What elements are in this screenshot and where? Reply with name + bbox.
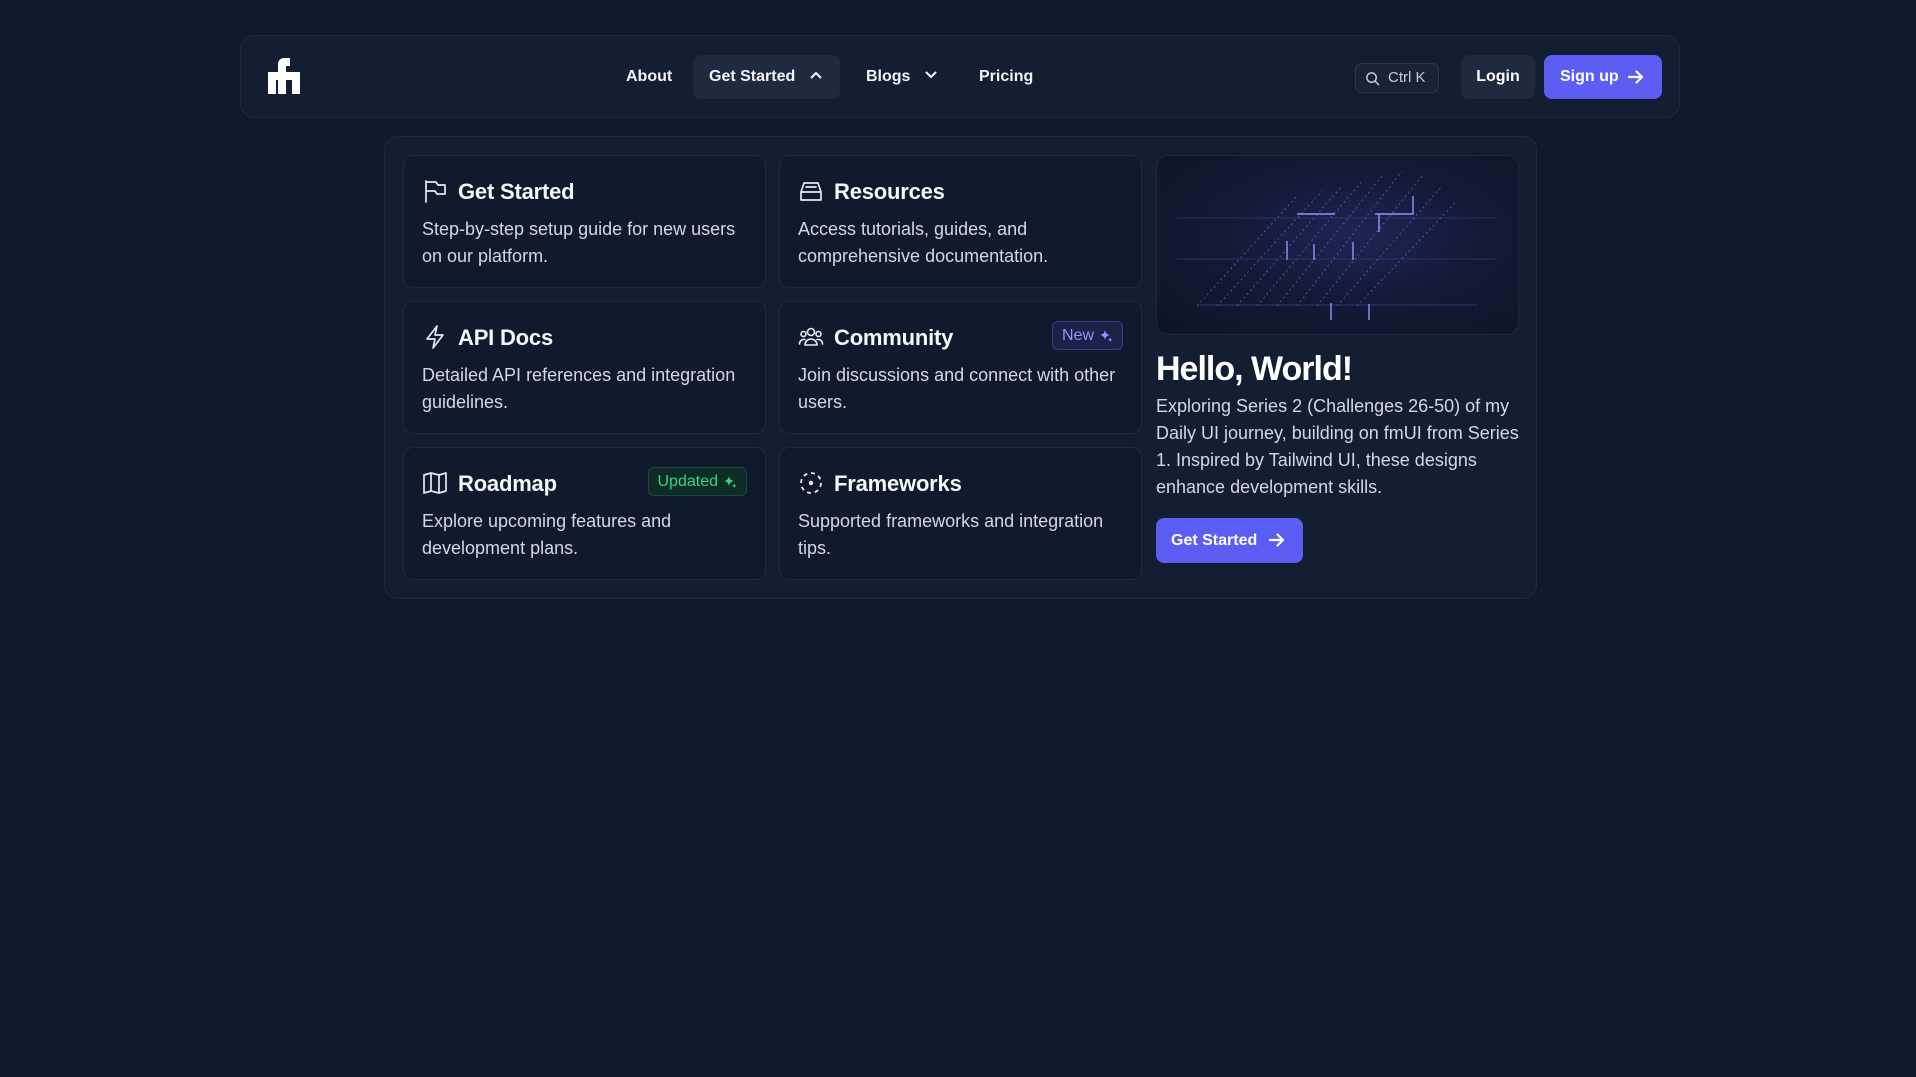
card-title: Community bbox=[834, 325, 954, 350]
users-icon bbox=[798, 327, 824, 346]
login-button[interactable]: Login bbox=[1461, 55, 1535, 99]
menu-card-resources[interactable]: Resources Access tutorials, guides, and … bbox=[779, 155, 1142, 288]
search-icon bbox=[1366, 72, 1380, 86]
lightning-icon bbox=[426, 325, 444, 349]
hero-text: Exploring Series 2 (Challenges 26-50) of… bbox=[1156, 396, 1519, 497]
nav-blogs[interactable]: Blogs bbox=[862, 55, 941, 99]
menu-card-frameworks[interactable]: Frameworks Supported frameworks and inte… bbox=[779, 447, 1142, 580]
nav-get-started-label: Get Started bbox=[709, 68, 796, 85]
card-description: Step-by-step setup guide for new users o… bbox=[422, 219, 736, 266]
search-shortcut-button[interactable]: Ctrl K bbox=[1355, 63, 1439, 93]
search-shortcut-label: Ctrl K bbox=[1388, 69, 1426, 86]
hero-illustration bbox=[1156, 155, 1519, 335]
menu-card-api-docs[interactable]: API Docs Detailed API references and int… bbox=[403, 301, 766, 434]
card-title: Get Started bbox=[458, 179, 575, 204]
badge-label: Updated bbox=[657, 473, 719, 490]
nav-blogs-label: Blogs bbox=[866, 68, 911, 85]
inbox-icon bbox=[800, 182, 822, 201]
card-description: Detailed API references and integration … bbox=[422, 365, 736, 412]
card-title: Frameworks bbox=[834, 471, 962, 496]
card-description: Access tutorials, guides, and comprehens… bbox=[798, 219, 1049, 266]
map-icon bbox=[423, 472, 447, 494]
flag-icon bbox=[425, 180, 446, 203]
card-description: Explore upcoming features and developmen… bbox=[422, 511, 672, 558]
hero-get-started-button[interactable]: Get Started bbox=[1156, 518, 1303, 563]
get-started-mega-menu: Get Started Step-by-step setup guide for… bbox=[384, 136, 1537, 599]
cta-label: Get Started bbox=[1171, 532, 1258, 549]
card-title: Roadmap bbox=[458, 471, 557, 496]
menu-card-roadmap[interactable]: Roadmap Updated Explore upcoming feature… bbox=[403, 447, 766, 580]
sparkles-icon bbox=[724, 476, 737, 489]
hero-title: Hello, World! bbox=[1156, 350, 1353, 388]
nav-get-started[interactable]: Get Started bbox=[693, 55, 840, 99]
updated-badge: Updated bbox=[647, 467, 747, 496]
dashed-circle-icon bbox=[800, 472, 822, 494]
menu-card-community[interactable]: Community New Join discussions and conne… bbox=[779, 301, 1142, 434]
menu-card-get-started[interactable]: Get Started Step-by-step setup guide for… bbox=[403, 155, 766, 288]
grid-illustration bbox=[1177, 170, 1497, 320]
badge-label: New bbox=[1061, 327, 1094, 344]
nav-pricing[interactable]: Pricing bbox=[975, 55, 1037, 99]
card-description: Join discussions and connect with other … bbox=[798, 365, 1116, 412]
top-navbar: About Get Started Blogs Pricing Ctrl K L… bbox=[240, 35, 1680, 118]
arrow-right-icon bbox=[1628, 70, 1644, 84]
nav-about[interactable]: About bbox=[622, 55, 676, 99]
card-title: API Docs bbox=[458, 325, 553, 350]
new-badge: New bbox=[1051, 321, 1123, 350]
signup-button[interactable]: Sign up bbox=[1544, 55, 1662, 99]
card-title: Resources bbox=[834, 179, 945, 204]
sparkles-icon bbox=[1100, 330, 1113, 343]
chevron-down-icon bbox=[925, 71, 937, 79]
chevron-up-icon bbox=[810, 72, 822, 79]
card-description: Supported frameworks and integration tip… bbox=[798, 511, 1104, 558]
arrow-right-icon bbox=[1269, 533, 1285, 547]
signup-label: Sign up bbox=[1560, 68, 1619, 85]
